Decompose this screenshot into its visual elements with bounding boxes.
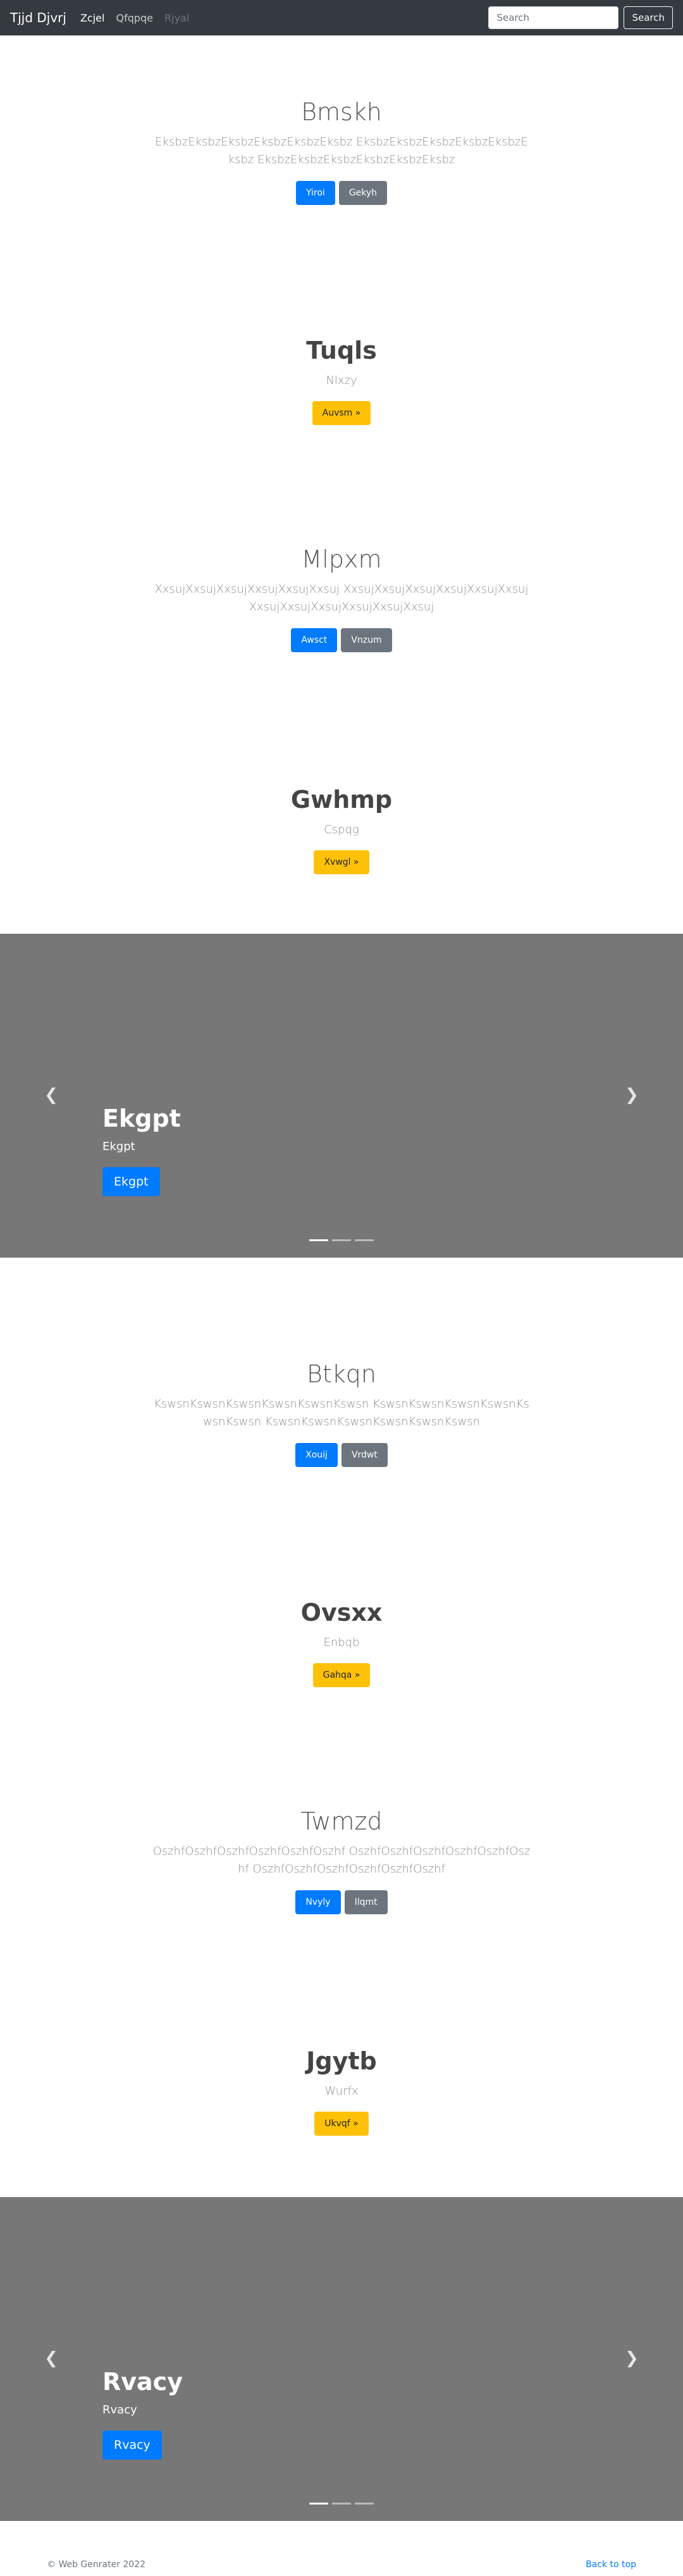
primary-button[interactable]: Xouij [295, 1443, 338, 1468]
jumbotron-section: Btkqn KswsnKswsnKswsnKswsnKswsnKswsn Ksw… [0, 1360, 683, 1468]
carousel-indicator[interactable] [309, 1239, 328, 1241]
carousel-caption: Rvacy Rvacy Rvacy [102, 2368, 183, 2460]
secondary-button[interactable]: Ilqmt [344, 1890, 388, 1915]
primary-button[interactable]: Yiroi [295, 181, 335, 206]
section-title: Gwhmp [290, 786, 393, 814]
chevron-left-icon[interactable]: ❮ [42, 1086, 61, 1105]
warning-button[interactable]: Ukvqf » [314, 2112, 369, 2136]
section-lead: OszhfOszhfOszhfOszhfOszhfOszhf OszhfOszh… [152, 1844, 531, 1876]
section-buttons: Ukvqf » [0, 2112, 683, 2136]
jumbotron-section: Gwhmp Cspqg Xvwgl » [0, 786, 683, 875]
carousel: ❮ ❯ Rvacy Rvacy Rvacy [0, 2197, 683, 2521]
carousel-subtitle: Rvacy [102, 2403, 137, 2417]
navbar: Tjjd Djvrj Zcjel Qfqpqe Rjyal Search [0, 0, 683, 35]
chevron-left-icon[interactable]: ❮ [42, 2349, 61, 2368]
section-title: Bmskh [301, 98, 382, 126]
carousel-indicator[interactable] [355, 2503, 374, 2505]
section-title: Jgytb [306, 2047, 377, 2075]
search-button[interactable]: Search [624, 6, 673, 29]
section-buttons: Xouij Vrdwt [0, 1443, 683, 1468]
section-buttons: Auvsm » [0, 401, 683, 426]
section-lead: XxsujXxsujXxsujXxsujXxsujXxsuj XxsujXxsu… [154, 582, 529, 614]
primary-button[interactable]: Nvyly [295, 1890, 341, 1915]
back-to-top-link[interactable]: Back to top [586, 2560, 636, 2570]
chevron-right-icon[interactable]: ❯ [622, 2349, 641, 2368]
nav-link-zcjel[interactable]: Zcjel [80, 12, 105, 24]
section-lead: Enbqb [323, 1635, 360, 1649]
nav-link-qfqpqe[interactable]: Qfqpqe [116, 12, 153, 24]
section-lead: Wurfx [324, 2084, 359, 2098]
carousel-button[interactable]: Rvacy [102, 2430, 162, 2460]
secondary-button[interactable]: Vrdwt [341, 1443, 388, 1468]
carousel: ❮ ❯ Ekgpt Ekgpt Ekgpt [0, 934, 683, 1258]
jumbotron-section: Bmskh EksbzEksbzEksbzEksbzEksbzEksbz Eks… [0, 98, 683, 206]
carousel-indicator[interactable] [355, 1239, 374, 1241]
carousel-indicator[interactable] [332, 1239, 351, 1241]
chevron-right-icon[interactable]: ❯ [622, 1086, 641, 1105]
section-lead: Cspqg [324, 822, 359, 836]
secondary-button[interactable]: Vnzum [341, 628, 392, 653]
section-lead: Nlxzy [326, 373, 357, 387]
section-buttons: Yiroi Gekyh [0, 181, 683, 206]
nav-link-rjyal: Rjyal [164, 11, 190, 24]
carousel-indicators [0, 2503, 683, 2505]
search-input[interactable] [488, 6, 619, 29]
section-title: Ovsxx [300, 1599, 383, 1626]
section-title: Twmzd [300, 1807, 383, 1835]
carousel-title: Rvacy [102, 2368, 183, 2396]
section-buttons: Awsct Vnzum [0, 628, 683, 653]
warning-button[interactable]: Xvwgl » [314, 850, 369, 875]
jumbotron-section: Jgytb Wurfx Ukvqf » [0, 2047, 683, 2136]
carousel-indicator[interactable] [332, 2503, 351, 2505]
carousel-indicators [0, 1239, 683, 1241]
footer: © Web Genrater 2022 Back to top [0, 2552, 683, 2576]
secondary-button[interactable]: Gekyh [338, 181, 388, 206]
jumbotron-section: Mlpxm XxsujXxsujXxsujXxsujXxsujXxsuj Xxs… [0, 545, 683, 653]
carousel-caption: Ekgpt Ekgpt Ekgpt [102, 1105, 181, 1196]
navbar-brand[interactable]: Tjjd Djvrj [10, 10, 66, 25]
section-title: Tuqls [306, 337, 377, 364]
navbar-search-form: Search [488, 6, 673, 29]
warning-button[interactable]: Auvsm » [312, 401, 371, 426]
section-title: Mlpxm [301, 545, 382, 573]
section-buttons: Xvwgl » [0, 850, 683, 875]
warning-button[interactable]: Gahqa » [312, 1663, 371, 1688]
carousel-button[interactable]: Ekgpt [102, 1167, 160, 1196]
carousel-indicator[interactable] [309, 2503, 328, 2505]
section-title: Btkqn [307, 1360, 376, 1388]
section-buttons: Gahqa » [0, 1663, 683, 1688]
jumbotron-section: Twmzd OszhfOszhfOszhfOszhfOszhfOszhf Osz… [0, 1807, 683, 1915]
jumbotron-section: Ovsxx Enbqb Gahqa » [0, 1599, 683, 1688]
section-buttons: Nvyly Ilqmt [0, 1890, 683, 1915]
footer-copyright: © Web Genrater 2022 [47, 2560, 146, 2570]
carousel-subtitle: Ekgpt [102, 1140, 135, 1153]
primary-button[interactable]: Awsct [291, 628, 338, 653]
jumbotron-section: Tuqls Nlxzy Auvsm » [0, 337, 683, 426]
section-lead: KswsnKswsnKswsnKswsnKswsnKswsn KswsnKsws… [154, 1397, 529, 1429]
section-lead: EksbzEksbzEksbzEksbzEksbzEksbz EksbzEksb… [155, 135, 528, 167]
carousel-title: Ekgpt [102, 1105, 181, 1132]
